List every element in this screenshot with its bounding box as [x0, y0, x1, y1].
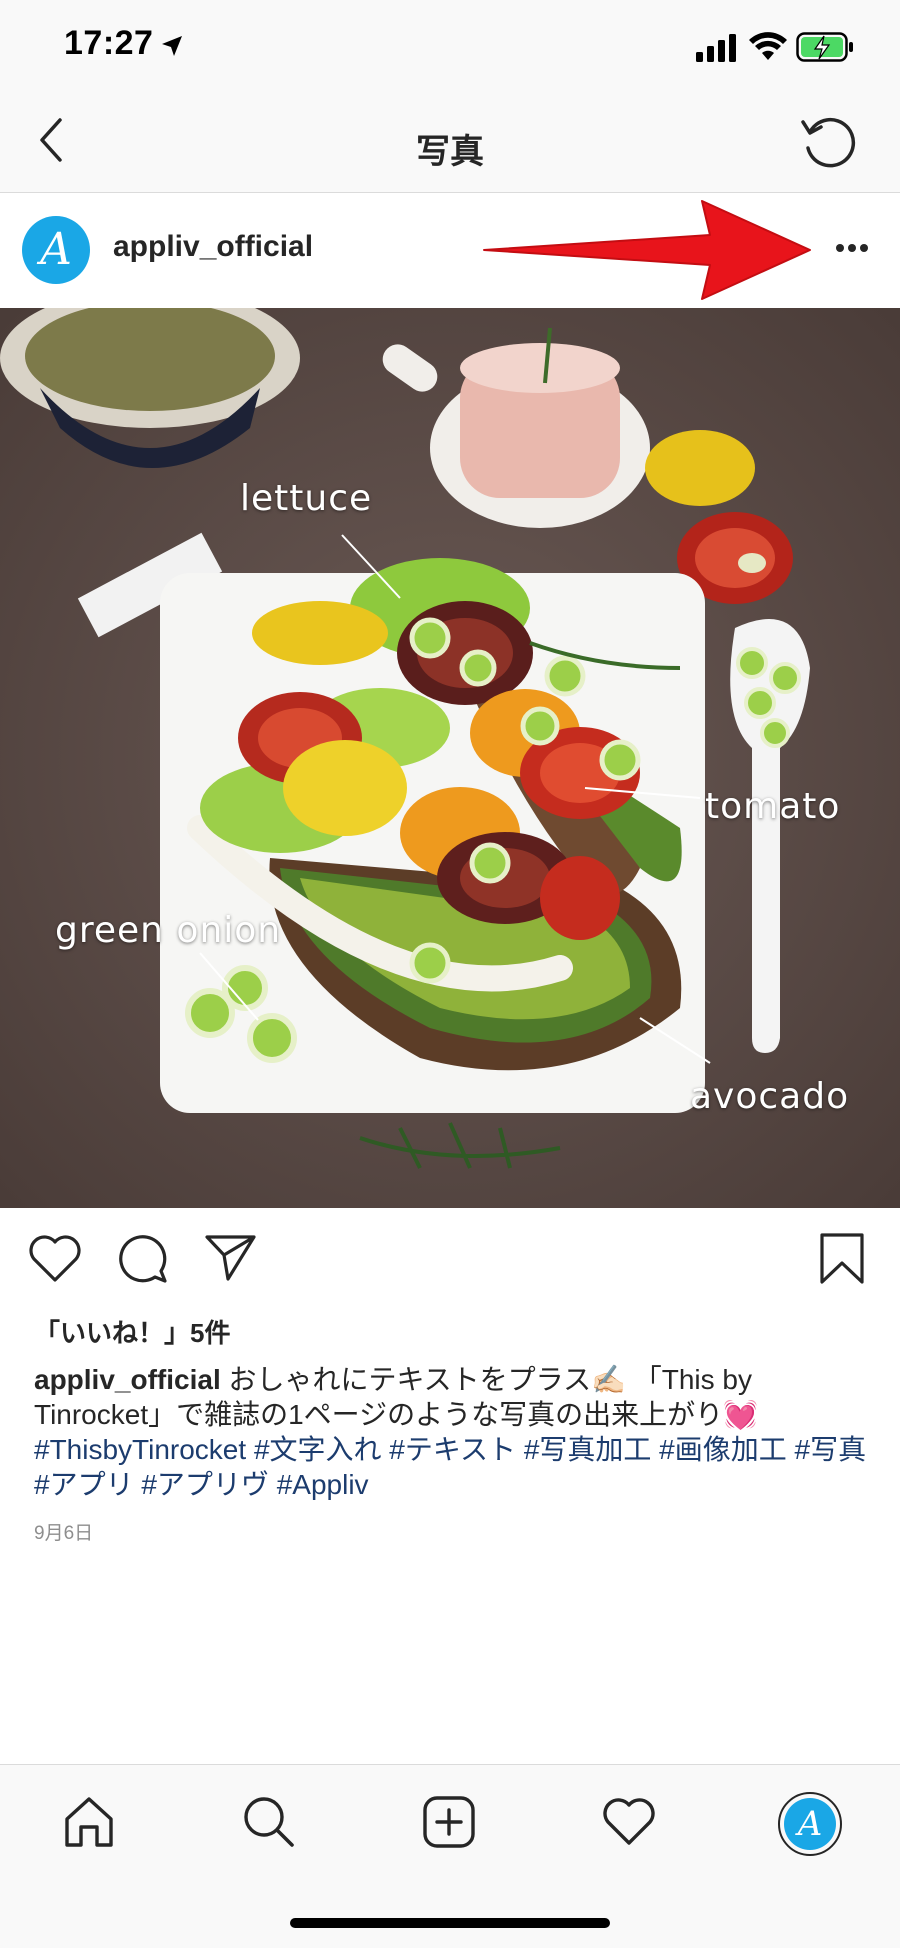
food-photo-illustration: [0, 308, 900, 1208]
photo-label-tomato: tomato: [705, 786, 841, 827]
post-photo[interactable]: lettuce tomato green onion avocado: [0, 308, 900, 1208]
battery-charging-icon: [796, 32, 853, 62]
red-arrow-annotation: [483, 200, 811, 300]
like-count[interactable]: 「いいね！」5件: [34, 1313, 230, 1350]
refresh-icon[interactable]: [800, 114, 858, 170]
avatar[interactable]: A: [22, 216, 90, 284]
photo-label-avocado: avocado: [690, 1076, 850, 1117]
post-date: 9月6日: [34, 1523, 94, 1544]
activity-heart-icon[interactable]: [602, 1797, 656, 1847]
profile-avatar-letter: A: [784, 1798, 836, 1850]
comment-icon[interactable]: [117, 1233, 169, 1285]
avatar-letter: A: [40, 224, 72, 275]
like-heart-icon[interactable]: [28, 1234, 82, 1284]
photo-label-lettuce: lettuce: [240, 478, 373, 519]
hashtag[interactable]: #ThisbyTinrocket: [34, 1434, 246, 1465]
location-arrow-icon: [162, 36, 182, 56]
post-username[interactable]: appliv_official: [113, 230, 313, 264]
home-indicator[interactable]: [290, 1918, 610, 1928]
more-dots-icon[interactable]: [834, 242, 870, 254]
page-title: 写真: [416, 133, 484, 171]
hashtag[interactable]: #写真: [795, 1434, 867, 1465]
profile-avatar-icon[interactable]: A: [778, 1792, 842, 1856]
wifi-icon: [749, 32, 787, 60]
status-time: 17:27: [64, 24, 154, 62]
post-caption: appliv_official おしゃれにテキストをプラス✍🏻 「This by…: [34, 1362, 874, 1502]
hashtag[interactable]: #Appliv: [277, 1469, 369, 1500]
photo-label-green-onion: green onion: [55, 910, 282, 951]
caption-username[interactable]: appliv_official: [34, 1364, 221, 1395]
home-icon[interactable]: [62, 1795, 116, 1849]
hashtag[interactable]: #文字入れ: [254, 1434, 382, 1465]
bookmark-icon[interactable]: [818, 1232, 866, 1286]
hashtag[interactable]: #アプリヴ: [141, 1469, 269, 1500]
hashtag[interactable]: #画像加工: [659, 1434, 787, 1465]
hashtag[interactable]: #写真加工: [524, 1434, 652, 1465]
share-send-icon[interactable]: [204, 1233, 258, 1283]
search-icon[interactable]: [242, 1795, 296, 1849]
add-post-icon[interactable]: [422, 1795, 476, 1849]
hashtag[interactable]: #テキスト: [389, 1434, 516, 1465]
cellular-signal-icon: [696, 34, 736, 62]
hashtag[interactable]: #アプリ: [34, 1469, 134, 1500]
